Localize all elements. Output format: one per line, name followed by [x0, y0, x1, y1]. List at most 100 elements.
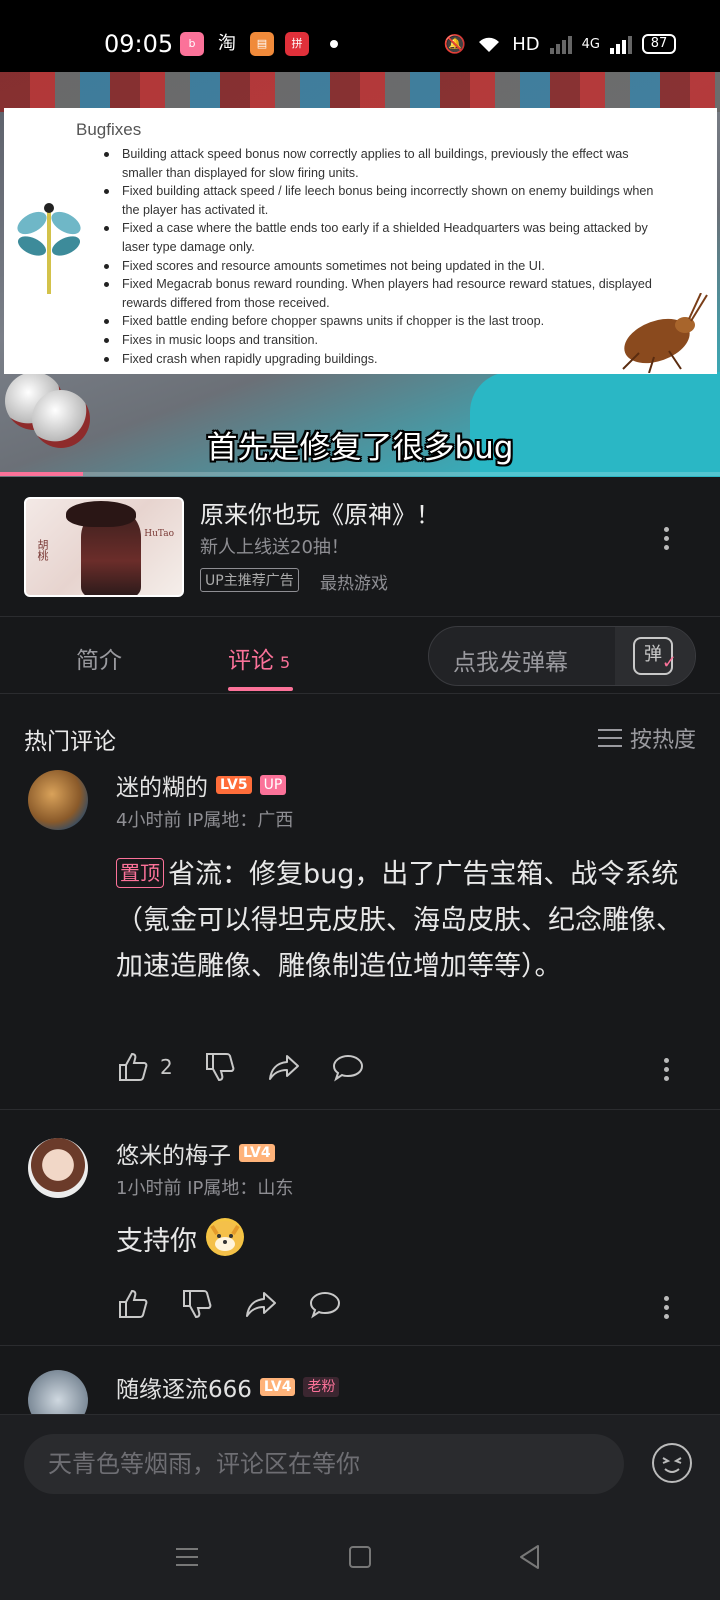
comment-actions	[116, 1288, 342, 1320]
system-nav-bar	[0, 1516, 720, 1600]
share-icon	[268, 1055, 299, 1080]
thumbs-down-icon	[183, 1290, 212, 1319]
video-progress-fill	[0, 472, 83, 476]
comments-section: 热门评论 按热度 迷的糊的 LV5 UP 4小时前 IP属地：广西 置顶 省流：修…	[0, 694, 720, 1414]
sort-label: 按热度	[629, 728, 696, 753]
ad-subtitle: 新人上线送20抽！	[200, 537, 349, 558]
cockroach-illustration	[622, 293, 708, 373]
tab-comments-label: 评论	[228, 648, 274, 674]
fan-badge: 老粉	[303, 1377, 340, 1397]
danmaku-icon-text: 弹	[644, 644, 662, 665]
slide-item: Building attack speed bonus now correctl…	[104, 145, 664, 182]
avatar[interactable]	[28, 1138, 88, 1198]
menu-icon[interactable]	[172, 1542, 202, 1572]
like-button[interactable]	[116, 1288, 150, 1320]
comment-text: 支持你	[116, 1218, 696, 1265]
dislike-button[interactable]	[180, 1288, 214, 1320]
video-player[interactable]: Bugfixes Building attack speed bonus now…	[0, 72, 720, 477]
comment-more-icon[interactable]	[663, 1058, 669, 1082]
emoji-button[interactable]	[652, 1443, 692, 1483]
comment-body: 支持你	[116, 1226, 197, 1257]
level-badge: LV5	[216, 776, 252, 794]
share-icon	[246, 1292, 276, 1317]
status-time: 09:05	[104, 30, 174, 58]
comment-item: 悠米的梅子 LV4 1小时前 IP属地：山东 支持你	[0, 1110, 720, 1346]
danmaku-input[interactable]: 点我发弹幕 弹 ✓	[428, 626, 696, 686]
comment-input-container[interactable]	[24, 1434, 624, 1494]
comment-count: 5	[280, 653, 291, 672]
emoji-face-icon	[662, 1457, 682, 1473]
comment-text: 置顶 省流：修复bug，出了广告宝箱、战令系统（氪金可以得坦克皮肤、海岛皮肤、纪念…	[116, 852, 696, 990]
username[interactable]: 迷的糊的	[116, 768, 208, 802]
thumbs-up-icon	[119, 1289, 148, 1318]
slide-item: Fixes in music loops and transition.	[104, 331, 664, 350]
dragonfly-illustration	[17, 203, 81, 294]
tab-comments[interactable]: 评论 5	[228, 641, 290, 675]
like-button[interactable]: 2	[116, 1051, 173, 1083]
comment-input-bar	[0, 1414, 720, 1516]
share-button[interactable]	[244, 1288, 278, 1320]
danmaku-tv-icon: 弹 ✓	[633, 637, 677, 675]
comment-item: 迷的糊的 LV5 UP 4小时前 IP属地：广西 置顶 省流：修复bug，出了广告…	[0, 754, 720, 1110]
ad-tag: 最热游戏	[320, 574, 388, 594]
comment-more-icon[interactable]	[663, 1296, 669, 1320]
mute-icon: 🔕	[443, 33, 467, 55]
comment-username[interactable]: 悠米的梅子 LV4	[116, 1136, 275, 1170]
comment-username[interactable]: 迷的糊的 LV5 UP	[116, 768, 287, 802]
up-badge: UP	[259, 775, 287, 795]
comment-username[interactable]: 随缘逐流666 LV4 老粉	[116, 1370, 340, 1404]
chat-bubble-icon	[332, 1054, 363, 1082]
network-type: HD	[512, 33, 540, 55]
danmaku-toggle-button[interactable]: 弹 ✓	[615, 627, 695, 685]
level-badge: LV4	[239, 1144, 275, 1162]
comment-input[interactable]	[48, 1448, 608, 1480]
comment-meta: 1小时前 IP属地：山东	[116, 1178, 294, 1199]
dislike-button[interactable]	[203, 1051, 237, 1083]
username[interactable]: 随缘逐流666	[116, 1370, 252, 1404]
username[interactable]: 悠米的梅子	[116, 1136, 231, 1170]
comment-item: 随缘逐流666 LV4 老粉	[0, 1346, 720, 1414]
battery-icon: 87	[642, 34, 676, 54]
tab-intro-label: 简介	[76, 648, 122, 674]
ad-character-hat	[66, 501, 136, 527]
reply-button[interactable]	[308, 1288, 342, 1320]
slide-item: Fixed scores and resource amounts someti…	[104, 257, 664, 276]
check-icon: ✓	[661, 652, 677, 673]
bilibili-app-icon: b	[180, 32, 204, 56]
wifi-icon	[479, 37, 500, 52]
doge-emoji-icon	[205, 1218, 244, 1256]
sort-button[interactable]: 按热度	[597, 722, 696, 754]
reply-button[interactable]	[331, 1051, 365, 1083]
hot-comments-title: 热门评论	[24, 729, 116, 755]
slide-list: Building attack speed bonus now correctl…	[104, 145, 664, 368]
ad-thumb-label: 胡桃	[36, 539, 49, 561]
slide-item: Fixed a case where the battle ends too e…	[104, 219, 664, 256]
patch-notes-slide: Bugfixes Building attack speed bonus now…	[4, 108, 717, 374]
back-icon[interactable]	[515, 1542, 545, 1572]
pinned-badge: 置顶	[116, 858, 164, 888]
avatar[interactable]	[28, 1370, 88, 1414]
slide-item: Fixed battle ending before chopper spawn…	[104, 312, 664, 331]
ad-title[interactable]: 原来你也玩《原神》！	[200, 495, 440, 530]
ad-thumbnail[interactable]: 胡桃 HuTao	[24, 497, 184, 597]
comment-body: 省流：修复bug，出了广告宝箱、战令系统（氪金可以得坦克皮肤、海岛皮肤、纪念雕像…	[116, 859, 683, 982]
ad-card[interactable]: 胡桃 HuTao 原来你也玩《原神》！ 新人上线送20抽！ UP主推荐广告 最热…	[0, 477, 720, 617]
notification-dot	[330, 40, 338, 48]
slide-item: Fixed Megacrab bonus reward rounding. Wh…	[104, 275, 664, 312]
signal-2-icon	[610, 36, 632, 54]
ad-thumb-label-en: HuTao	[144, 529, 174, 539]
video-progress-bar[interactable]	[0, 472, 720, 476]
ad-badge: UP主推荐广告	[200, 568, 299, 592]
home-icon[interactable]	[345, 1542, 375, 1572]
sort-icon	[597, 729, 622, 747]
ad-more-icon[interactable]	[663, 527, 669, 551]
avatar[interactable]	[28, 770, 88, 830]
thumbs-up-icon	[119, 1052, 148, 1081]
game-scene-top	[0, 72, 720, 112]
video-subtitle: 首先是修复了很多bug	[206, 430, 514, 466]
share-button[interactable]	[267, 1051, 301, 1083]
tab-active-indicator	[228, 687, 293, 691]
signal-type: 4G	[581, 36, 600, 52]
level-badge: LV4	[259, 1378, 296, 1396]
tab-intro[interactable]: 简介	[76, 641, 122, 675]
